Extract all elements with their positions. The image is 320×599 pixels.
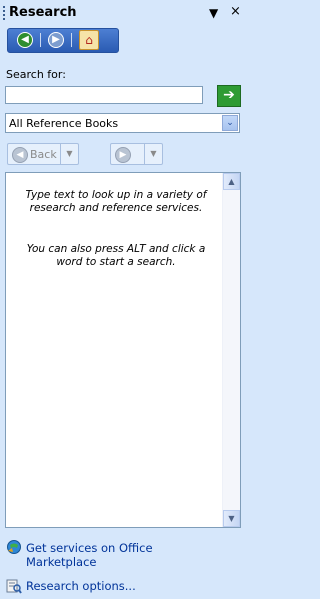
office-marketplace-icon bbox=[6, 539, 22, 555]
back-arrow-icon: ◀ bbox=[12, 147, 28, 163]
reference-books-value: All Reference Books bbox=[9, 117, 119, 130]
nav-separator bbox=[71, 33, 72, 47]
pane-grip[interactable] bbox=[3, 6, 5, 21]
close-icon[interactable]: × bbox=[230, 4, 241, 19]
scroll-down-icon[interactable]: ▼ bbox=[223, 510, 240, 527]
home-icon: ⌂ bbox=[79, 30, 99, 50]
scroll-up-icon[interactable]: ▲ bbox=[223, 173, 240, 190]
search-input[interactable] bbox=[5, 86, 203, 104]
results-alt-hint-text: You can also press ALT and click a word … bbox=[26, 243, 206, 268]
pane-title: Research bbox=[9, 5, 77, 20]
history-forward-dropdown-icon[interactable]: ▼ bbox=[144, 144, 162, 164]
forward-arrow-icon: ▶ bbox=[115, 147, 131, 163]
history-back-dropdown-icon[interactable]: ▼ bbox=[60, 144, 78, 164]
search-label: Search for: bbox=[6, 68, 66, 81]
start-search-button[interactable]: ➔ bbox=[217, 85, 241, 107]
arrow-right-icon: ➔ bbox=[223, 87, 235, 103]
history-forward-button[interactable]: ▶ ▼ bbox=[110, 143, 163, 165]
nav-forward-button[interactable]: ▶ bbox=[45, 31, 67, 49]
pane-options-dropdown-icon[interactable]: ▼ bbox=[209, 6, 218, 20]
history-back-button[interactable]: ◀ Back ▼ bbox=[7, 143, 79, 165]
nav-back-icon: ◀ bbox=[17, 32, 33, 48]
office-marketplace-link[interactable]: Get services on Office Marketplace bbox=[26, 541, 226, 569]
reference-books-select[interactable]: All Reference Books ⌄ bbox=[5, 113, 240, 133]
research-options-link[interactable]: Research options... bbox=[26, 579, 136, 593]
results-scrollbar[interactable]: ▲ ▼ bbox=[222, 173, 240, 527]
nav-separator bbox=[40, 33, 41, 47]
home-button[interactable]: ⌂ bbox=[78, 30, 100, 50]
results-hint-text: Type text to look up in a variety of res… bbox=[25, 189, 207, 214]
results-area: Type text to look up in a variety of res… bbox=[5, 172, 241, 528]
chevron-down-icon[interactable]: ⌄ bbox=[222, 115, 238, 131]
research-options-icon bbox=[6, 578, 22, 594]
nav-forward-icon: ▶ bbox=[48, 32, 64, 48]
history-back-label: Back bbox=[30, 148, 57, 161]
nav-toolbar: ◀ ▶ ⌂ bbox=[7, 28, 119, 53]
nav-back-button[interactable]: ◀ bbox=[14, 31, 36, 49]
